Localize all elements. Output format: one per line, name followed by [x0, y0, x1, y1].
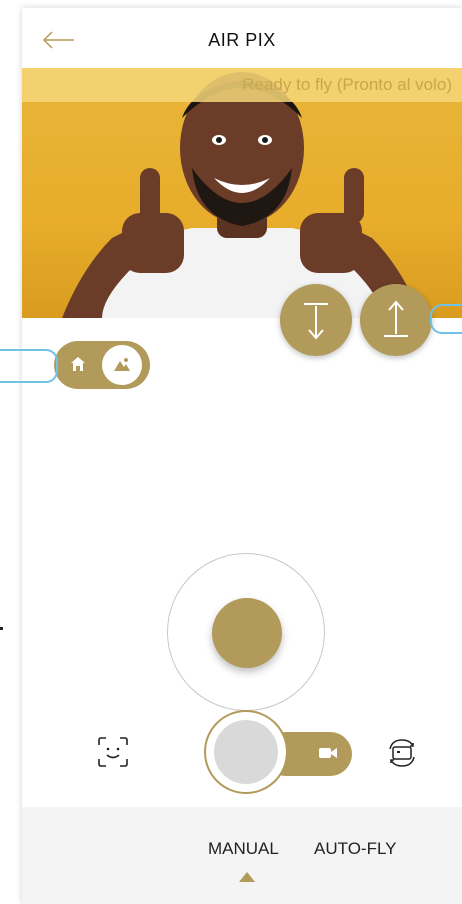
- descend-button[interactable]: [280, 284, 352, 356]
- page-title: AIR PIX: [208, 30, 276, 50]
- home-icon: [71, 357, 85, 371]
- video-camera-icon: [319, 748, 337, 758]
- status-banner: Ready to fly (Pronto al volo): [22, 68, 462, 102]
- view-toggle[interactable]: [54, 341, 150, 389]
- toggle-knob: [102, 345, 142, 385]
- tab-manual[interactable]: MANUAL: [208, 839, 279, 859]
- person-photo: [62, 72, 422, 318]
- camera-preview: Ready to fly (Pronto al volo): [22, 68, 462, 318]
- shutter-button[interactable]: [204, 710, 288, 794]
- stray-dot: [0, 627, 3, 630]
- app-screen: AIR PIX Ready to fly (Pronto al volo) MA…: [0, 8, 462, 904]
- capture-controls: [204, 710, 364, 794]
- arrow-up-icon: [384, 300, 408, 337]
- camera-rotate-icon[interactable]: [384, 735, 420, 771]
- tab-auto-fly[interactable]: AUTO-FLY: [314, 839, 397, 859]
- callout-line-right: [430, 304, 462, 334]
- face-scan-icon[interactable]: [96, 735, 130, 769]
- shutter-inner: [214, 720, 278, 784]
- selected-mode-indicator-icon: [239, 872, 255, 882]
- mode-bar: MANUAL AUTO-FLY: [22, 807, 462, 904]
- joystick[interactable]: [167, 553, 325, 711]
- callout-line-left: [0, 349, 58, 383]
- joystick-knob[interactable]: [212, 598, 282, 668]
- landscape-icon: [114, 358, 130, 371]
- arrow-down-icon: [304, 303, 328, 340]
- ascend-button[interactable]: [360, 284, 432, 356]
